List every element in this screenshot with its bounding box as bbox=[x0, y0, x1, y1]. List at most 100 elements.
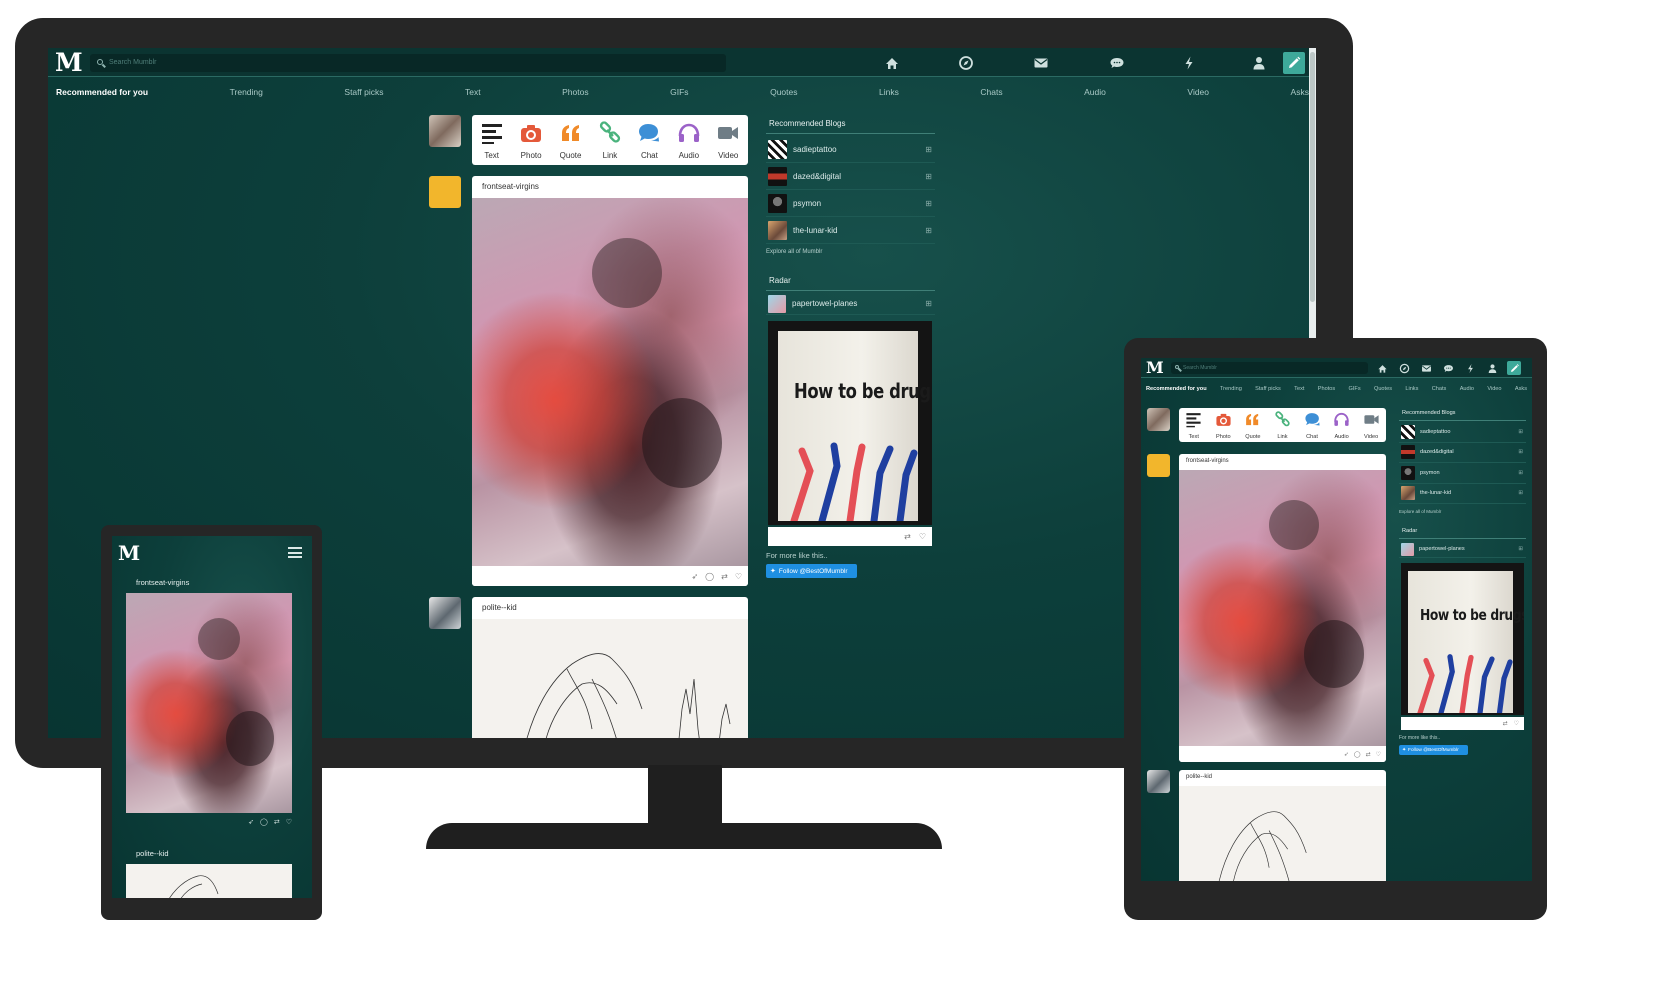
compose-link-button[interactable]: Link bbox=[1274, 410, 1291, 440]
compose-audio-button[interactable]: Audio bbox=[1333, 411, 1350, 440]
reply-icon[interactable]: ◯ bbox=[1354, 751, 1361, 758]
post-photo[interactable] bbox=[126, 593, 292, 813]
recommended-blog-row[interactable]: psymon ⊞ bbox=[766, 190, 935, 217]
follow-plus-icon[interactable]: ⊞ bbox=[1518, 490, 1523, 496]
tab-quotes[interactable]: Quotes bbox=[770, 87, 797, 97]
mumblr-logo[interactable]: M bbox=[1146, 358, 1164, 378]
compose-quote-button[interactable]: Quote bbox=[1244, 411, 1261, 440]
share-icon[interactable]: ➶ bbox=[691, 572, 698, 581]
tab-asks[interactable]: Asks bbox=[1291, 87, 1309, 97]
recommended-blog-row[interactable]: sadieptattoo ⊞ bbox=[1399, 422, 1526, 443]
blog-avatar[interactable] bbox=[1147, 454, 1170, 477]
follow-plus-icon[interactable]: ⊞ bbox=[1518, 429, 1523, 435]
tab-text[interactable]: Text bbox=[465, 87, 481, 97]
reblog-icon[interactable]: ⇄ bbox=[274, 818, 280, 826]
recommended-blog-row[interactable]: the-lunar-kid ⊞ bbox=[766, 217, 935, 244]
tab-chats[interactable]: Chats bbox=[980, 87, 1002, 97]
compose-photo-button[interactable]: Photo bbox=[1215, 411, 1232, 440]
follow-twitter-button[interactable]: ✦ Follow @BestOfMumblr bbox=[766, 564, 857, 578]
tab-trending[interactable]: Trending bbox=[230, 87, 263, 97]
follow-plus-icon[interactable]: ⊞ bbox=[925, 145, 932, 154]
tab-audio[interactable]: Audio bbox=[1084, 87, 1106, 97]
tab-recommended-for-you[interactable]: Recommended for you bbox=[56, 87, 148, 97]
post-photo[interactable] bbox=[1179, 470, 1386, 746]
reblog-icon[interactable]: ⇄ bbox=[1366, 751, 1371, 758]
compose-chat-button[interactable]: Chat bbox=[637, 121, 661, 160]
user-avatar[interactable] bbox=[1147, 408, 1170, 431]
share-icon[interactable]: ➶ bbox=[248, 818, 254, 826]
radar-book-image[interactable]: How to be drugs bbox=[1401, 563, 1524, 715]
user-avatar[interactable] bbox=[429, 115, 461, 147]
tab-chats[interactable]: Chats bbox=[1432, 386, 1447, 392]
tab-photos[interactable]: Photos bbox=[562, 87, 588, 97]
follow-plus-icon[interactable]: ⊞ bbox=[1518, 449, 1523, 455]
share-icon[interactable]: ➶ bbox=[1344, 751, 1349, 758]
post-blog-name[interactable]: polite--kid bbox=[472, 597, 748, 619]
radar-blog-row[interactable]: papertowel-planes ⊞ bbox=[1399, 541, 1526, 558]
mumblr-logo[interactable]: M bbox=[118, 541, 140, 565]
tab-links[interactable]: Links bbox=[879, 87, 899, 97]
tab-quotes[interactable]: Quotes bbox=[1374, 386, 1392, 392]
tab-staff-picks[interactable]: Staff picks bbox=[344, 87, 383, 97]
post-blog-name[interactable]: frontseat-virgins bbox=[1179, 454, 1386, 470]
compose-photo-button[interactable]: Photo bbox=[519, 121, 543, 160]
blog-avatar[interactable] bbox=[1147, 770, 1170, 793]
compass-icon[interactable] bbox=[955, 52, 977, 74]
follow-plus-icon[interactable]: ⊞ bbox=[925, 172, 932, 181]
follow-plus-icon[interactable]: ⊞ bbox=[1518, 470, 1523, 476]
radar-book-image[interactable]: How to be drugs bbox=[768, 321, 932, 525]
compose-audio-button[interactable]: Audio bbox=[677, 121, 701, 160]
pencil-icon[interactable] bbox=[1507, 361, 1521, 375]
tab-recommended-for-you[interactable]: Recommended for you bbox=[1146, 386, 1207, 392]
blog-avatar[interactable] bbox=[429, 176, 461, 208]
like-icon[interactable]: ♡ bbox=[286, 818, 292, 826]
post-blog-name[interactable]: polite--kid bbox=[136, 849, 169, 858]
follow-plus-icon[interactable]: ⊞ bbox=[1518, 546, 1523, 552]
mail-icon[interactable] bbox=[1419, 361, 1433, 375]
tab-gifs[interactable]: GIFs bbox=[670, 87, 688, 97]
compose-video-button[interactable]: Video bbox=[1363, 411, 1380, 440]
follow-plus-icon[interactable]: ⊞ bbox=[925, 199, 932, 208]
home-icon[interactable] bbox=[881, 52, 903, 74]
like-icon[interactable]: ♡ bbox=[1514, 720, 1519, 727]
compose-chat-button[interactable]: Chat bbox=[1304, 411, 1321, 440]
recommended-blog-row[interactable]: psymon ⊞ bbox=[1399, 463, 1526, 484]
hamburger-menu-icon[interactable] bbox=[288, 547, 302, 558]
lightning-icon[interactable] bbox=[1463, 361, 1477, 375]
post-blog-name[interactable]: frontseat-virgins bbox=[472, 176, 748, 198]
follow-plus-icon[interactable]: ⊞ bbox=[925, 299, 932, 308]
tab-links[interactable]: Links bbox=[1405, 386, 1418, 392]
compose-text-button[interactable]: Text bbox=[480, 121, 504, 160]
radar-blog-row[interactable]: papertowel-planes ⊞ bbox=[766, 293, 935, 315]
compose-quote-button[interactable]: Quote bbox=[559, 121, 583, 160]
explore-link[interactable]: Explore all of Mumblr bbox=[1399, 509, 1441, 514]
tab-staff-picks[interactable]: Staff picks bbox=[1255, 386, 1281, 392]
recommended-blog-row[interactable]: sadieptattoo ⊞ bbox=[766, 136, 935, 163]
explore-link[interactable]: Explore all of Mumblr bbox=[766, 249, 822, 255]
reply-icon[interactable]: ◯ bbox=[705, 572, 714, 581]
mumblr-logo[interactable]: M bbox=[55, 48, 83, 77]
post-photo[interactable] bbox=[472, 198, 748, 566]
user-icon[interactable] bbox=[1485, 361, 1499, 375]
tab-trending[interactable]: Trending bbox=[1220, 386, 1242, 392]
chat-bubble-icon[interactable] bbox=[1441, 361, 1455, 375]
blog-avatar[interactable] bbox=[429, 597, 461, 629]
search-input[interactable]: Search Mumblr bbox=[90, 54, 726, 72]
recommended-blog-row[interactable]: the-lunar-kid ⊞ bbox=[1399, 484, 1526, 504]
recommended-blog-row[interactable]: dazed&digital ⊞ bbox=[766, 163, 935, 190]
mail-icon[interactable] bbox=[1030, 52, 1052, 74]
reblog-icon[interactable]: ⇄ bbox=[721, 572, 728, 581]
reply-icon[interactable]: ◯ bbox=[260, 818, 268, 826]
reblog-icon[interactable]: ⇄ bbox=[904, 532, 911, 541]
chat-bubble-icon[interactable] bbox=[1106, 52, 1128, 74]
search-input[interactable]: Search Mumblr bbox=[1171, 362, 1368, 374]
lightning-icon[interactable] bbox=[1178, 52, 1200, 74]
tab-photos[interactable]: Photos bbox=[1318, 386, 1335, 392]
like-icon[interactable]: ♡ bbox=[735, 572, 742, 581]
compose-text-button[interactable]: Text bbox=[1185, 411, 1202, 440]
tab-gifs[interactable]: GIFs bbox=[1349, 386, 1361, 392]
post-blog-name[interactable]: frontseat-virgins bbox=[136, 578, 189, 587]
post-sketch-image[interactable] bbox=[126, 864, 292, 898]
user-icon[interactable] bbox=[1248, 52, 1270, 74]
compose-link-button[interactable]: Link bbox=[598, 120, 622, 160]
